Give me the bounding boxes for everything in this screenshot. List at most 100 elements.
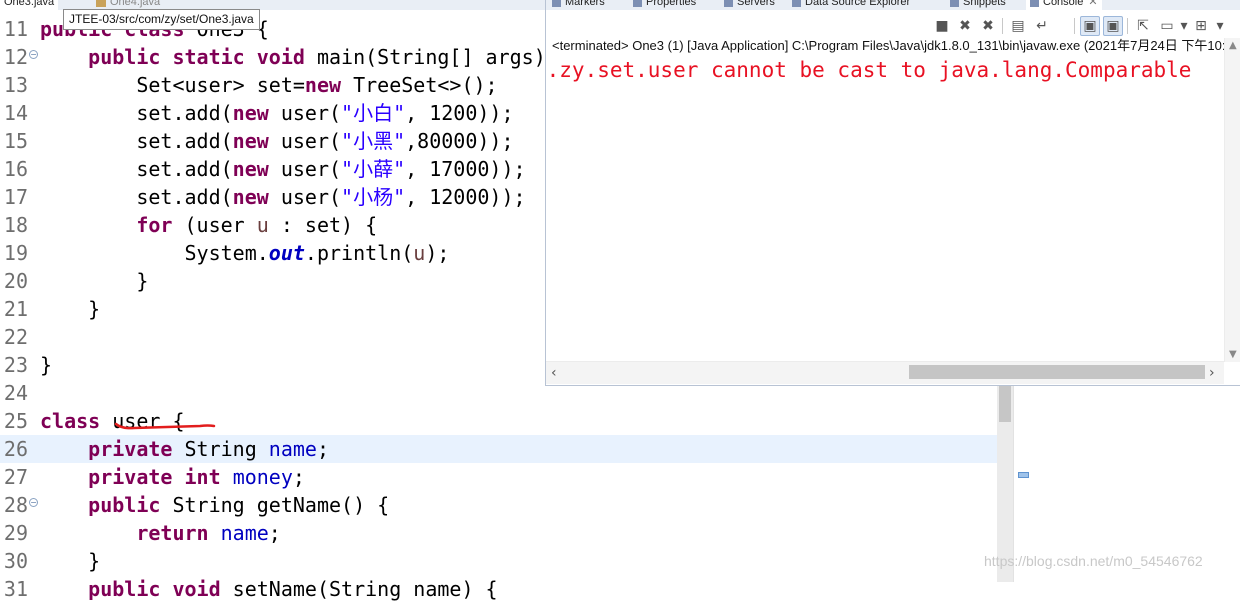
editor-vertical-scrollbar[interactable] <box>997 382 1013 582</box>
console-view: Markers Properties Servers Data Source Expl… <box>545 0 1240 386</box>
file-path-tooltip: JTEE-03/src/com/zy/set/One3.java <box>63 9 260 30</box>
toolbar-separator <box>1127 18 1128 34</box>
line-number: 19 <box>3 241 28 265</box>
line-number: 31 <box>3 577 28 601</box>
scroll-right-arrow-icon[interactable]: › <box>1209 365 1215 381</box>
editor-tab-label: One3.java <box>4 0 55 8</box>
toolbar-separator <box>1002 18 1003 34</box>
line-number: 23 <box>3 353 28 377</box>
fold-collapse-icon[interactable]: − <box>29 498 38 507</box>
view-tab-properties[interactable]: Properties <box>633 0 696 10</box>
view-tab-label: Console <box>1043 0 1084 8</box>
code-text: private String name; <box>88 437 330 461</box>
line-number: 29 <box>3 521 28 545</box>
watermark: https://blog.csdn.net/m0_54546762 <box>984 553 1203 569</box>
remove-launch-button[interactable]: ✖ <box>955 16 975 36</box>
properties-icon <box>633 0 642 7</box>
terminate-button[interactable]: ■ <box>932 16 952 36</box>
pin-console-button[interactable]: ⇱ <box>1133 16 1153 36</box>
line-number: 21 <box>3 297 28 321</box>
line-number: 11 <box>3 17 28 41</box>
console-icon <box>1030 0 1039 7</box>
open-console-dropdown[interactable]: ▾ <box>1214 16 1226 36</box>
scroll-down-arrow-icon[interactable]: ▼ <box>1229 349 1237 360</box>
line-number: 22 <box>3 325 28 349</box>
view-tab-console[interactable]: Console ✕ <box>1026 0 1102 10</box>
console-toolbar: ■ ✖ ✖ ▤ ↵ ▣ ▣ ⇱ ▭ ▾ ⊞ ▾ <box>546 14 1240 38</box>
line-number: 18 <box>3 213 28 237</box>
view-tab-label: Properties <box>646 0 697 8</box>
code-text: } <box>40 269 149 293</box>
code-line[interactable]: 26 private String name; <box>0 435 1000 463</box>
line-number: 25 <box>3 409 28 433</box>
view-tab-snippets[interactable]: Snippets <box>950 0 1006 10</box>
scroll-left-arrow-icon[interactable]: ‹ <box>551 365 557 381</box>
code-text: } <box>40 297 101 321</box>
close-view-icon[interactable]: ✕ <box>1088 0 1097 8</box>
view-tab-servers[interactable]: Servers <box>724 0 775 10</box>
error-underline <box>114 422 216 430</box>
code-text: } <box>40 353 53 377</box>
editor-scroll-thumb[interactable] <box>999 382 1011 422</box>
view-tab-bar: Markers Properties Servers Data Source Expl… <box>546 0 1240 10</box>
display-selected-console-button[interactable]: ▭ <box>1157 16 1177 36</box>
toolbar-separator <box>1074 18 1075 34</box>
line-number: 28 <box>3 493 28 517</box>
java-file-icon <box>96 0 106 7</box>
line-number: 30 <box>3 549 28 573</box>
console-scroll-thumb[interactable] <box>909 365 1205 379</box>
view-tab-markers[interactable]: Markers <box>552 0 605 10</box>
line-number: 20 <box>3 269 28 293</box>
view-tab-data-source-explorer[interactable]: Data Source Explorer <box>792 0 910 10</box>
code-text: set.add(new user("小黑",80000)); <box>40 129 514 153</box>
code-line[interactable]: 29 return name; <box>0 519 1000 547</box>
fold-collapse-icon[interactable]: − <box>29 50 38 59</box>
line-number: 26 <box>3 437 28 461</box>
console-error-output[interactable]: m.zy.set.user cannot be cast to java.lan… <box>546 56 1224 84</box>
code-line[interactable]: 31 public void setName(String name) { <box>0 575 1000 603</box>
snippets-icon <box>950 0 959 7</box>
display-selected-console-dropdown[interactable]: ▾ <box>1178 16 1190 36</box>
code-text: } <box>40 549 101 573</box>
code-text: System.out.println(u); <box>40 241 450 265</box>
code-line[interactable]: 27 private int money; <box>0 463 1000 491</box>
view-tab-label: Snippets <box>963 0 1006 8</box>
code-text: set.add(new user("小杨", 12000)); <box>40 185 526 209</box>
line-number: 17 <box>3 185 28 209</box>
code-text: return name; <box>136 521 281 545</box>
scroll-lock-button[interactable]: ▤ <box>1008 16 1028 36</box>
line-number: 12 <box>3 45 28 69</box>
code-line[interactable]: 28− public String getName() { <box>0 491 1000 519</box>
code-line[interactable]: 30 } <box>0 547 1000 575</box>
markers-icon <box>552 0 561 7</box>
overview-ruler[interactable] <box>1013 382 1032 582</box>
code-text: public static void main(String[] args) { <box>88 45 570 69</box>
show-console-stdout-button[interactable]: ▣ <box>1080 16 1100 36</box>
line-number: 27 <box>3 465 28 489</box>
code-text: public String getName() { <box>88 493 390 517</box>
console-status-line: <terminated> One3 (1) [Java Application]… <box>552 38 1232 53</box>
data-source-explorer-icon <box>792 0 801 7</box>
view-tab-label: Servers <box>737 0 775 8</box>
code-text: private int money; <box>88 465 305 489</box>
word-wrap-button[interactable]: ↵ <box>1032 16 1052 36</box>
view-tab-label: Data Source Explorer <box>805 0 911 8</box>
code-text: set.add(new user("小薛", 17000)); <box>40 157 526 181</box>
code-text: Set<user> set=new TreeSet<>(); <box>40 73 498 97</box>
line-number: 16 <box>3 157 28 181</box>
console-horizontal-scrollbar[interactable]: ‹ › <box>546 361 1224 384</box>
console-vertical-scrollbar[interactable]: ▲ ▼ <box>1224 38 1240 362</box>
open-console-button[interactable]: ⊞ <box>1191 16 1211 36</box>
scroll-up-arrow-icon[interactable]: ▲ <box>1229 40 1237 51</box>
line-number: 24 <box>3 381 28 405</box>
show-console-stderr-button[interactable]: ▣ <box>1103 16 1123 36</box>
occurrence-marker[interactable] <box>1018 472 1029 478</box>
line-number: 15 <box>3 129 28 153</box>
editor-tab-one3[interactable]: One3.java <box>0 0 59 10</box>
remove-all-terminated-button[interactable]: ✖ <box>978 16 998 36</box>
code-text: public void setName(String name) { <box>88 577 498 601</box>
line-number: 13 <box>3 73 28 97</box>
line-number: 14 <box>3 101 28 125</box>
servers-icon <box>724 0 733 7</box>
code-text: for (user u : set) { <box>136 213 378 237</box>
